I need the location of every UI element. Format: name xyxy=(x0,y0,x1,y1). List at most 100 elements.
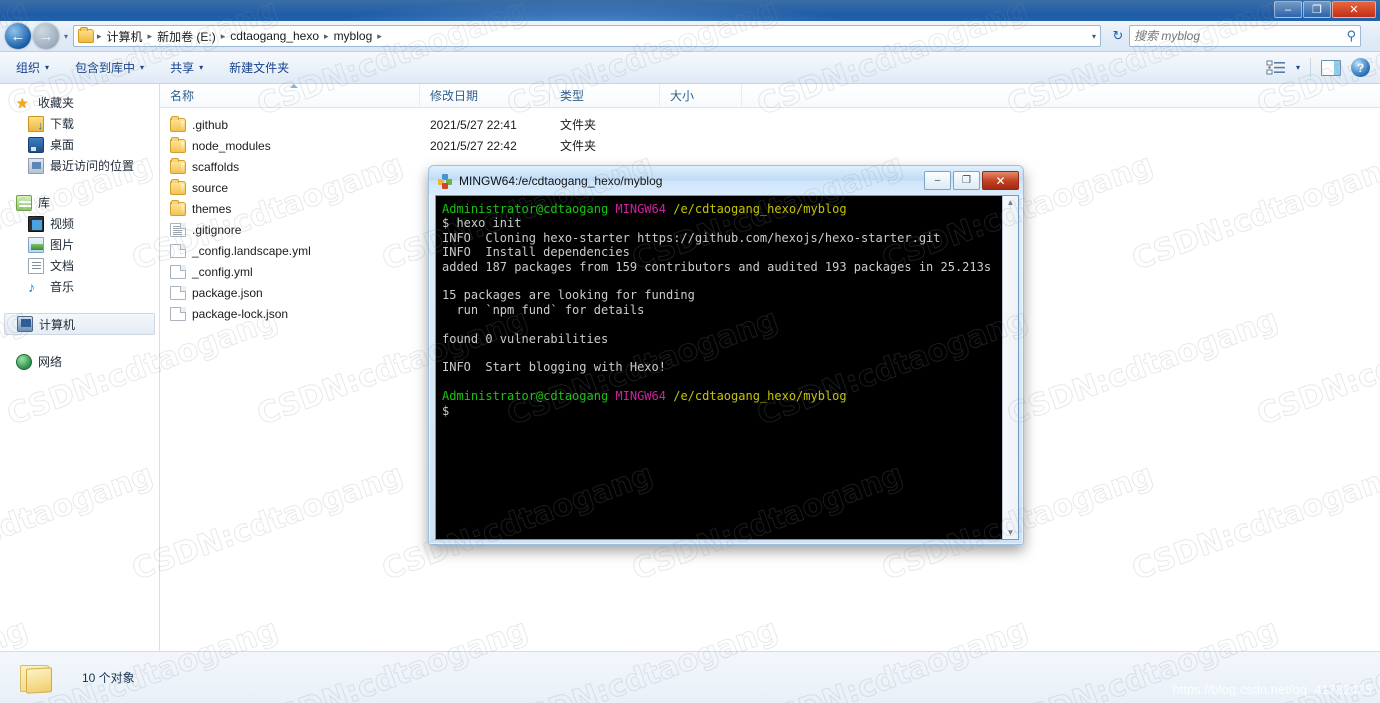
preview-pane-icon[interactable] xyxy=(1321,59,1341,76)
toolbar-item-label: 包含到库中 xyxy=(75,61,136,75)
toolbar-item-organize[interactable]: 组织 ▾ xyxy=(6,56,59,80)
sidebar-item-music[interactable]: ♪ 音乐 xyxy=(0,276,159,297)
terminal-scrollbar[interactable]: ▲ ▼ xyxy=(1002,196,1018,539)
folder-large-icon xyxy=(16,661,54,695)
toolbar-item-share[interactable]: 共享 ▾ xyxy=(160,56,213,80)
terminal-titlebar: MINGW64:/e/cdtaogang_hexo/myblog – ❐ ✕ xyxy=(429,166,1023,195)
sidebar-item-downloads[interactable]: 下载 xyxy=(0,113,159,134)
file-name-cell[interactable]: _config.yml xyxy=(160,264,420,279)
chevron-down-icon[interactable]: ▾ xyxy=(1092,32,1100,41)
breadcrumb-item-drive[interactable]: 新加卷 (E:) xyxy=(153,28,220,45)
breadcrumb-item-computer[interactable]: 计算机 xyxy=(103,28,147,45)
file-date-cell: 2021/5/27 22:42 xyxy=(430,138,517,153)
address-bar: ← → ▾ ▸ 计算机 ▸ 新加卷 (E:) ▸ cdtaogang_hexo … xyxy=(0,21,1380,52)
table-row[interactable]: node_modules 2021/5/27 22:42 文件夹 xyxy=(160,135,1380,156)
terminal-line: 15 packages are looking for funding xyxy=(442,288,1002,302)
terminal-text: Administrator@cdtaogang xyxy=(442,389,609,404)
terminal-window[interactable]: MINGW64:/e/cdtaogang_hexo/myblog – ❐ ✕ A… xyxy=(428,165,1024,545)
folder-icon xyxy=(170,115,186,132)
terminal-text: MINGW64 xyxy=(615,389,666,404)
breadcrumb-item-myblog[interactable]: myblog xyxy=(330,29,377,43)
file-icon xyxy=(170,306,186,321)
search-box[interactable]: ⚲ xyxy=(1129,25,1361,47)
network-icon xyxy=(16,353,32,370)
file-name-cell[interactable]: package.json xyxy=(160,285,420,300)
terminal-line: INFO Install dependencies xyxy=(442,245,1002,259)
column-header-name[interactable]: 名称 xyxy=(160,83,420,108)
file-name-cell[interactable]: node_modules xyxy=(160,136,420,153)
nav-group-favorites[interactable]: ★ 收藏夹 xyxy=(0,92,159,113)
sidebar-item-label: 桌面 xyxy=(50,138,75,152)
sidebar-item-label: 下载 xyxy=(50,117,75,131)
chevron-down-icon[interactable]: ▾ xyxy=(1296,63,1300,72)
window-titlebar: – ❐ ✕ xyxy=(0,0,1380,21)
terminal-text: $ xyxy=(442,403,450,418)
music-icon: ♪ xyxy=(28,278,35,295)
terminal-line: Administrator@cdtaogang MINGW64 /e/cdtao… xyxy=(442,202,1002,216)
recent-pages-dropdown-icon[interactable]: ▾ xyxy=(59,32,73,41)
refresh-icon[interactable]: ↻ xyxy=(1107,28,1129,44)
maximize-button[interactable]: ❐ xyxy=(1303,1,1331,18)
terminal-line: INFO Cloning hexo-starter https://github… xyxy=(442,231,1002,245)
command-toolbar: 组织 ▾ 包含到库中 ▾ 共享 ▾ 新建文件夹 ▾ ? xyxy=(0,52,1380,84)
sidebar-item-computer[interactable]: 计算机 xyxy=(4,313,155,335)
sidebar-item-desktop[interactable]: 桌面 xyxy=(0,134,159,155)
downloads-icon xyxy=(28,115,44,132)
sidebar-item-documents[interactable]: 文档 xyxy=(0,255,159,276)
close-button[interactable]: ✕ xyxy=(1332,1,1376,18)
sidebar-item-videos[interactable]: 视频 xyxy=(0,213,159,234)
search-input[interactable] xyxy=(1134,29,1347,43)
folder-icon xyxy=(170,178,186,195)
terminal-line: INFO Start blogging with Hexo! xyxy=(442,360,1002,374)
forward-button[interactable]: → xyxy=(33,23,59,49)
table-row[interactable]: .github 2021/5/27 22:41 文件夹 xyxy=(160,114,1380,135)
change-view-icon[interactable] xyxy=(1266,60,1286,76)
terminal-minimize-button[interactable]: – xyxy=(924,171,951,190)
toolbar-right-group: ▾ ? xyxy=(1266,57,1380,78)
terminal-output[interactable]: Administrator@cdtaogang MINGW64 /e/cdtao… xyxy=(436,196,1002,539)
chevron-down-icon: ▾ xyxy=(45,63,50,72)
desktop-icon xyxy=(28,136,44,153)
terminal-line: Administrator@cdtaogang MINGW64 /e/cdtao… xyxy=(442,389,1002,403)
nav-group-libraries[interactable]: 库 xyxy=(0,192,159,213)
breadcrumb-separator[interactable]: ▸ xyxy=(376,31,383,42)
file-name-cell[interactable]: source xyxy=(160,178,420,195)
minimize-button[interactable]: – xyxy=(1274,1,1302,18)
toolbar-item-include-in-library[interactable]: 包含到库中 ▾ xyxy=(65,56,154,80)
sidebar-item-network[interactable]: 网络 xyxy=(0,351,159,372)
navigation-pane: ★ 收藏夹 下载 桌面 最近访问的位置 库 视频 xyxy=(0,84,160,651)
explorer-window: – ❐ ✕ ← → ▾ ▸ 计算机 ▸ 新加卷 (E:) ▸ cdtaogang… xyxy=(0,0,1380,703)
videos-icon xyxy=(28,215,44,232)
file-name-cell[interactable]: _config.landscape.yml xyxy=(160,243,420,258)
terminal-maximize-button[interactable]: ❐ xyxy=(953,171,980,190)
chevron-down-icon: ▾ xyxy=(199,63,204,72)
back-button[interactable]: ← xyxy=(5,23,31,49)
file-name-cell[interactable]: .gitignore xyxy=(160,222,420,237)
file-name-cell[interactable]: .github xyxy=(160,115,420,132)
nav-group-label: 收藏夹 xyxy=(38,96,75,110)
file-name-cell[interactable]: scaffolds xyxy=(160,157,420,174)
scroll-up-icon[interactable]: ▲ xyxy=(1007,198,1015,207)
sidebar-item-recent-places[interactable]: 最近访问的位置 xyxy=(0,155,159,176)
toolbar-item-new-folder[interactable]: 新建文件夹 xyxy=(219,56,299,80)
column-header-type[interactable]: 类型 xyxy=(550,83,660,108)
file-name-label: source xyxy=(192,180,229,195)
terminal-close-button[interactable]: ✕ xyxy=(982,171,1019,190)
library-icon xyxy=(16,194,32,211)
breadcrumb-item-cdtaogang-hexo[interactable]: cdtaogang_hexo xyxy=(226,29,323,43)
file-name-cell[interactable]: themes xyxy=(160,199,420,216)
breadcrumb[interactable]: ▸ 计算机 ▸ 新加卷 (E:) ▸ cdtaogang_hexo ▸ mybl… xyxy=(73,25,1101,47)
sort-ascending-icon xyxy=(289,83,298,88)
file-name-cell[interactable]: package-lock.json xyxy=(160,306,420,321)
sidebar-item-label: 视频 xyxy=(50,217,75,231)
help-icon[interactable]: ? xyxy=(1351,58,1370,77)
column-header-date-modified[interactable]: 修改日期 xyxy=(420,83,550,108)
file-name-label: node_modules xyxy=(192,138,271,153)
column-header-size[interactable]: 大小 xyxy=(660,83,742,108)
terminal-body: Administrator@cdtaogang MINGW64 /e/cdtao… xyxy=(435,195,1019,540)
toolbar-divider xyxy=(1310,57,1311,78)
scroll-down-icon[interactable]: ▼ xyxy=(1007,528,1015,537)
sidebar-item-pictures[interactable]: 图片 xyxy=(0,234,159,255)
